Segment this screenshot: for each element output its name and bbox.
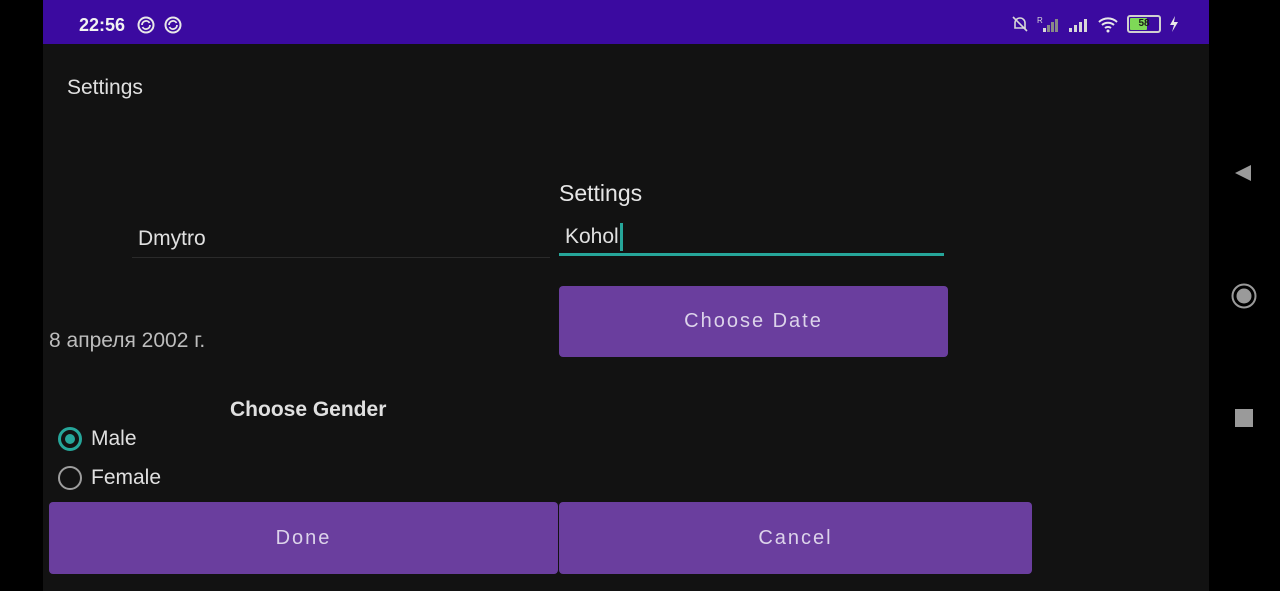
charging-icon bbox=[1170, 16, 1178, 32]
last-name-field[interactable]: Kohol bbox=[559, 222, 944, 256]
battery-level: 58 bbox=[1138, 18, 1150, 29]
gender-option-male[interactable]: Male bbox=[58, 427, 137, 451]
signal-roaming-icon: R bbox=[1037, 16, 1058, 32]
gender-option-label: Female bbox=[91, 466, 162, 489]
gender-option-female[interactable]: Female bbox=[58, 466, 161, 490]
recents-icon[interactable] bbox=[1235, 409, 1253, 427]
app-bar-title: Settings bbox=[67, 76, 143, 99]
battery-icon: 58 bbox=[1127, 15, 1161, 33]
status-bar: 22:56 R 58 bbox=[43, 0, 1209, 44]
home-icon[interactable] bbox=[1231, 283, 1257, 309]
cancel-button[interactable]: Cancel bbox=[559, 502, 1032, 574]
selected-date: 8 апреля 2002 г. bbox=[49, 329, 206, 352]
status-icons: R 58 bbox=[1011, 14, 1179, 34]
first-name-field[interactable]: Dmytro bbox=[132, 224, 550, 258]
choose-date-button[interactable]: Choose Date bbox=[559, 286, 948, 357]
signal-icon bbox=[1069, 19, 1087, 32]
svg-text:R: R bbox=[1037, 16, 1043, 25]
gender-option-label: Male bbox=[91, 427, 137, 450]
app-screen: 22:56 R 58 Settings Settings Dmytro Koho… bbox=[43, 0, 1209, 591]
radio-unselected-icon[interactable] bbox=[58, 466, 82, 490]
back-icon[interactable] bbox=[1233, 163, 1253, 183]
wifi-icon bbox=[1098, 17, 1118, 33]
section-title: Settings bbox=[559, 180, 643, 206]
done-button[interactable]: Done bbox=[49, 502, 558, 574]
mute-icon bbox=[1012, 16, 1028, 32]
sync-icon bbox=[137, 16, 155, 34]
last-name-value: Kohol bbox=[565, 225, 619, 248]
sync-icon bbox=[164, 16, 182, 34]
radio-selected-icon[interactable] bbox=[58, 427, 82, 451]
navigation-bar bbox=[1209, 0, 1280, 591]
status-time: 22:56 bbox=[79, 15, 126, 35]
gender-title: Choose Gender bbox=[230, 398, 387, 421]
first-name-value: Dmytro bbox=[138, 227, 206, 250]
text-caret bbox=[619, 223, 623, 252]
